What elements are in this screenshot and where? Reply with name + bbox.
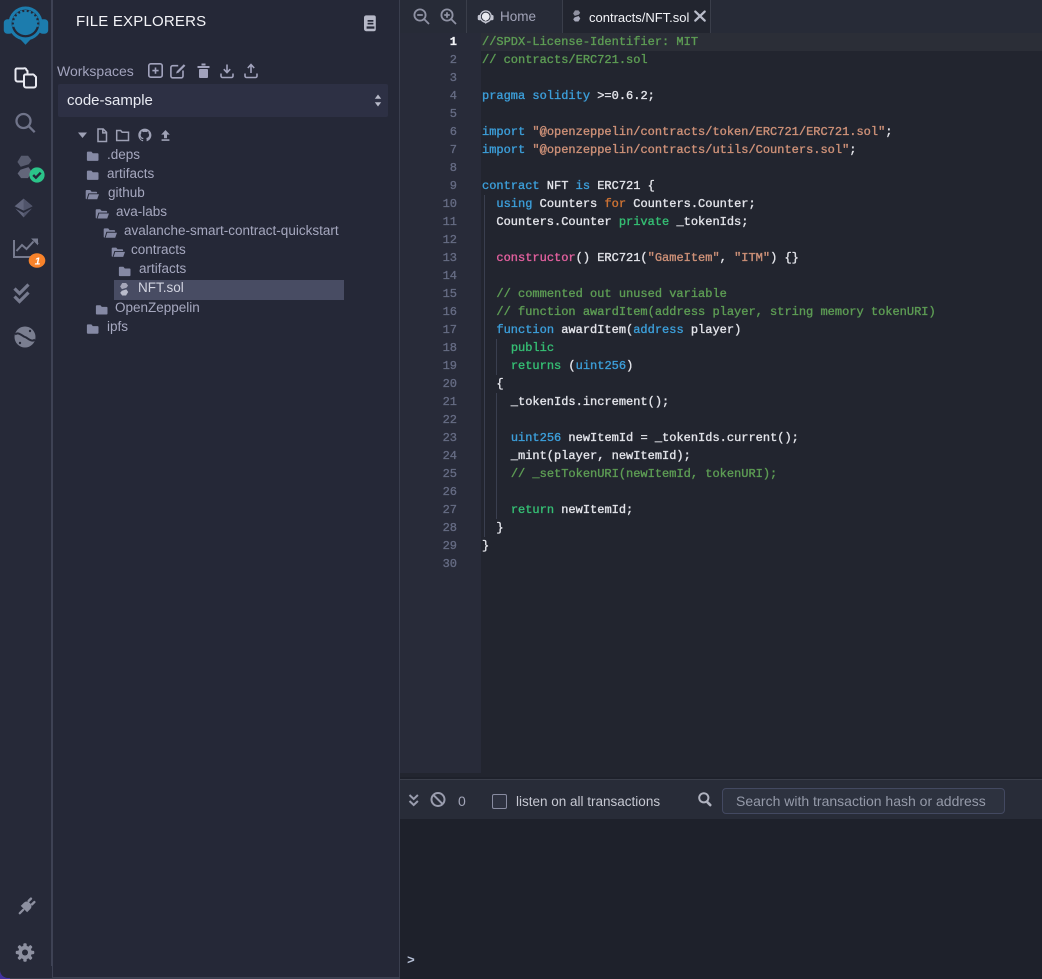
svg-text:1: 1 [35,256,41,268]
